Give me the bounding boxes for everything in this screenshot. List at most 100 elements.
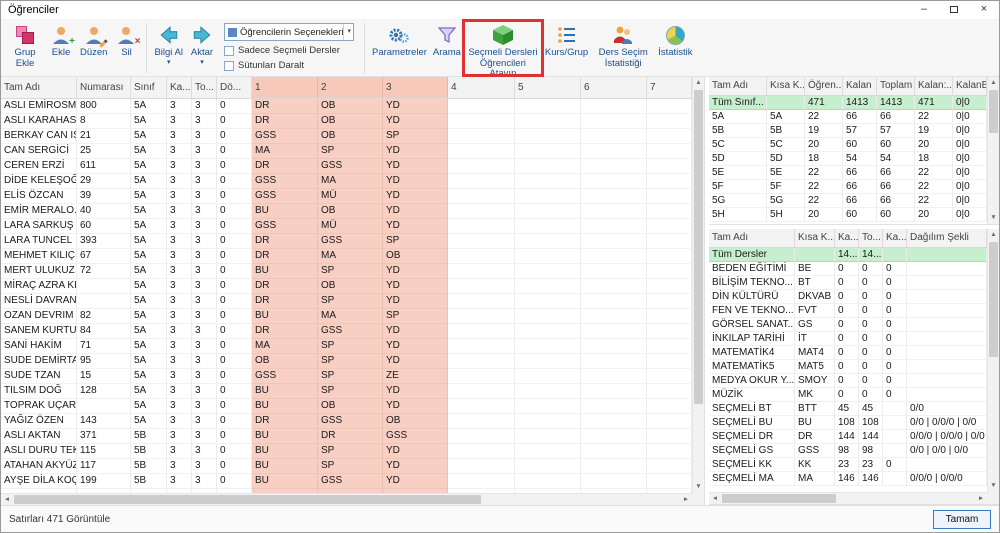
table-row[interactable]: YAĞIZ ÖZEN1435A330DRGSSOB — [1, 414, 692, 429]
courses-vertical-scrollbar[interactable]: ▲ ▼ — [987, 229, 999, 492]
courses-horizontal-scrollbar[interactable]: ◄ ► — [709, 492, 987, 504]
search-button[interactable]: Arama — [430, 21, 464, 75]
scroll-down-icon[interactable]: ▼ — [988, 212, 999, 224]
table-row[interactable]: GÖRSEL SANAT...GS000 — [709, 318, 987, 332]
table-row[interactable]: DİN KÜLTÜRÜDKVAB000 — [709, 290, 987, 304]
table-row[interactable]: ELİS ÖZCAN395A330GSSMÜYD — [1, 189, 692, 204]
table-row[interactable]: SUDE TZAN155A330GSSSPZE — [1, 369, 692, 384]
table-row[interactable]: ASLI DURU TEKİ...1155B330BUSPYD — [1, 444, 692, 459]
column-header[interactable]: 4 — [448, 77, 515, 98]
table-row[interactable]: 5E5E226666220|0 — [709, 166, 987, 180]
column-header[interactable]: Tam Adı — [1, 77, 77, 98]
scroll-down-icon[interactable]: ▼ — [988, 480, 999, 492]
column-header[interactable]: Dö... — [217, 77, 252, 98]
column-header[interactable]: 3 — [383, 77, 448, 98]
table-row[interactable]: SANİ HAKİM715A330MASPYD — [1, 339, 692, 354]
table-row[interactable]: MEHMET KILIÇ675A330DRMAOB — [1, 249, 692, 264]
column-header[interactable]: Kısa K... — [795, 229, 835, 247]
column-header[interactable]: Ka... — [883, 229, 907, 247]
table-row[interactable]: OZAN DEVRIM825A330BUMASP — [1, 309, 692, 324]
scroll-up-icon[interactable]: ▲ — [693, 77, 704, 89]
table-row[interactable]: 5G5G226666220|0 — [709, 194, 987, 208]
column-header[interactable]: Öğren... — [805, 77, 843, 95]
table-row[interactable]: İNKILAP TARİHİİT000 — [709, 332, 987, 346]
table-row[interactable]: MÜZİKMK000 — [709, 388, 987, 402]
scroll-right-icon[interactable]: ► — [975, 493, 987, 504]
table-row[interactable]: SEÇMELİ BUBU1081080/0 | 0/0/0 | 0/0 — [709, 416, 987, 430]
scrollbar-thumb[interactable] — [989, 90, 998, 133]
table-row[interactable]: TILSIM DOĞ1285A330BUSPYD — [1, 384, 692, 399]
table-row[interactable]: BİLİŞİM TEKNO...BT000 — [709, 276, 987, 290]
table-row[interactable]: BERKAY CAN IŞIK215A330GSSOBSP — [1, 129, 692, 144]
checkbox-only-elective-courses[interactable]: Sadece Seçmeli Dersler — [224, 45, 354, 56]
table-row[interactable]: SEÇMELİ GSGSS98980/0 | 0/0 | 0/0 — [709, 444, 987, 458]
column-header[interactable]: KalanB... — [953, 77, 987, 95]
export-button[interactable]: Aktar ▾ — [186, 21, 218, 75]
column-header[interactable]: 6 — [581, 77, 647, 98]
maximize-button[interactable] — [939, 1, 969, 19]
course-group-button[interactable]: Kurs/Grup — [542, 21, 591, 75]
table-row[interactable]: TOPRAK UÇAR5A330BUOBYD — [1, 399, 692, 414]
students-horizontal-scrollbar[interactable]: ◄ ► — [1, 493, 692, 505]
scroll-left-icon[interactable]: ◄ — [709, 493, 721, 504]
table-row[interactable]: EMİR MERALO...405A330BUOBYD — [1, 204, 692, 219]
table-row[interactable]: 5F5F226666220|0 — [709, 180, 987, 194]
scrollbar-thumb[interactable] — [694, 90, 703, 404]
column-header[interactable]: Ka... — [835, 229, 859, 247]
table-row[interactable]: SEÇMELİ MAMA1461460/0/0 | 0/0/0 — [709, 472, 987, 486]
column-header[interactable]: Sınıf — [131, 77, 167, 98]
table-row[interactable]: ASLI EMİROSM...8005A330DROBYD — [1, 99, 692, 114]
column-header[interactable]: Dağılım Şekli — [907, 229, 987, 247]
column-header[interactable]: Tam Adı — [709, 77, 767, 95]
table-row[interactable]: MİRAÇ AZRA KI...5A330DROBYD — [1, 279, 692, 294]
column-header[interactable]: Ka... — [167, 77, 192, 98]
table-row[interactable]: CAN SERGİCİ255A330MASPYD — [1, 144, 692, 159]
column-header[interactable]: 7 — [647, 77, 692, 98]
table-row[interactable]: ASLI KARAHAS...85A330DROBYD — [1, 114, 692, 129]
column-header[interactable]: 1 — [252, 77, 318, 98]
table-row[interactable]: 5D5D185454180|0 — [709, 152, 987, 166]
delete-student-button[interactable]: × Sil — [110, 21, 142, 75]
close-button[interactable]: × — [969, 1, 999, 19]
ok-button[interactable]: Tamam — [933, 510, 991, 529]
scroll-right-icon[interactable]: ► — [680, 494, 692, 505]
table-row[interactable]: SEÇMELİ KKKK23230 — [709, 458, 987, 472]
table-row[interactable]: MATEMATİK5MAT5000 — [709, 360, 987, 374]
classes-vertical-scrollbar[interactable]: ▲ ▼ — [987, 77, 999, 224]
table-row[interactable]: NESLİ DAVRAN5A330DRSPYD — [1, 294, 692, 309]
table-row[interactable]: 5B5B195757190|0 — [709, 124, 987, 138]
table-row[interactable]: AYŞE DİLA KOÇ...1995B330BUGSSYD — [1, 474, 692, 489]
table-row[interactable]: Tüm Dersler14...14... — [709, 248, 987, 262]
table-row[interactable]: MERT ULUKUZ725A330BUSPYD — [1, 264, 692, 279]
add-student-button[interactable]: + Ekle — [45, 21, 77, 75]
column-header[interactable]: To... — [859, 229, 883, 247]
column-header[interactable]: Tam Adı — [709, 229, 795, 247]
checkbox-collapse-columns[interactable]: Sütunları Daralt — [224, 60, 354, 71]
column-header[interactable]: Kalan — [843, 77, 877, 95]
table-row[interactable]: DİDE KELEŞOĞLU295A330GSSMAYD — [1, 174, 692, 189]
parameters-button[interactable]: Parametreler — [369, 21, 430, 75]
assign-electives-button[interactable]: Seçmeli Dersleri Öğrencileri Atayın — [464, 21, 542, 75]
table-row[interactable]: BEDEN EĞİTİMİBE000 — [709, 262, 987, 276]
table-row[interactable]: LARA SARKUŞ605A330GSSMÜYD — [1, 219, 692, 234]
table-row[interactable]: LARA TUNCEL3935A330DRGSSSP — [1, 234, 692, 249]
scrollbar-thumb[interactable] — [14, 495, 481, 504]
table-row[interactable]: ASLI AKTAN3715B330BUDRGSS — [1, 429, 692, 444]
column-header[interactable]: To... — [192, 77, 217, 98]
table-row[interactable]: 5A5A226666220|0 — [709, 110, 987, 124]
scroll-down-icon[interactable]: ▼ — [693, 481, 704, 493]
course-selection-stats-button[interactable]: Ders Seçim İstatistiği — [591, 21, 655, 75]
column-header[interactable]: 5 — [515, 77, 581, 98]
column-header[interactable]: Toplam — [877, 77, 915, 95]
students-vertical-scrollbar[interactable]: ▲ ▼ — [692, 77, 704, 493]
table-row[interactable]: 5H5H206060200|0 — [709, 208, 987, 222]
table-row[interactable]: SUDE DEMİRTAŞ955A330OBSPYD — [1, 354, 692, 369]
scroll-left-icon[interactable]: ◄ — [1, 494, 13, 505]
table-row[interactable]: Tüm Sınıf...471141314134710|0 — [709, 96, 987, 110]
table-row[interactable]: SEÇMELİ DRDR1441440/0/0 | 0/0/0 | 0/0 — [709, 430, 987, 444]
table-row[interactable]: ATAHAN AKYÜZ1175B330BUSPYD — [1, 459, 692, 474]
add-group-button[interactable]: Grup Ekle — [5, 21, 45, 75]
table-row[interactable]: 5C5C206060200|0 — [709, 138, 987, 152]
table-row[interactable]: CEREN ERZİ6115A330DRGSSYD — [1, 159, 692, 174]
column-header[interactable]: Kalan:... — [915, 77, 953, 95]
